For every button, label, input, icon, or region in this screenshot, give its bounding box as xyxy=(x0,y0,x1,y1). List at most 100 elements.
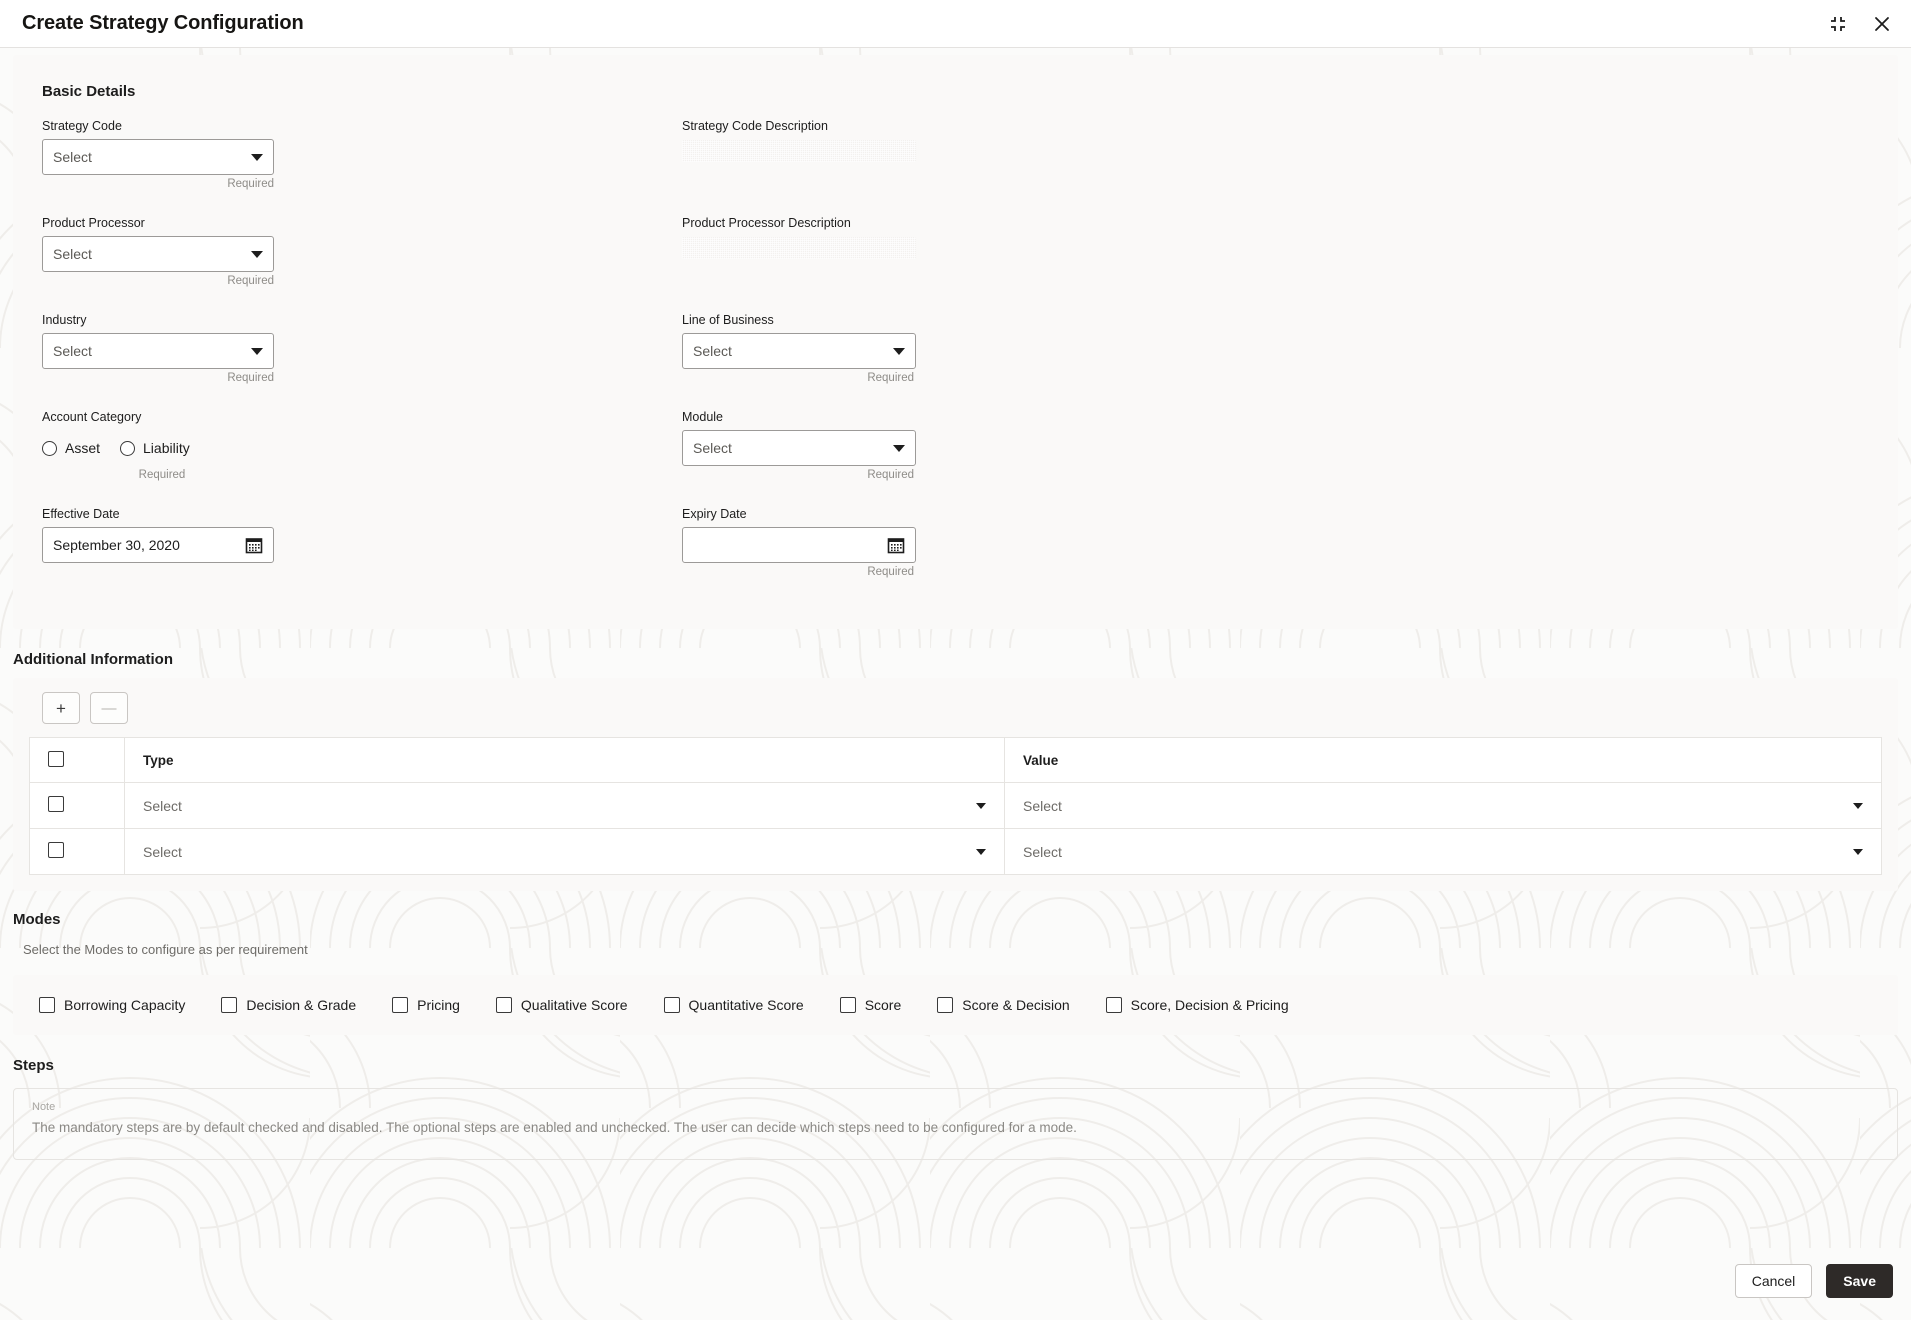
select-all-cell xyxy=(29,737,125,783)
row-type-select[interactable]: Select xyxy=(143,798,1004,814)
field-expiry-date: Expiry Date Required xyxy=(682,506,1322,582)
calendar-icon[interactable] xyxy=(245,536,263,554)
line-of-business-select[interactable]: Select xyxy=(682,333,916,369)
basic-details-form: Strategy Code Select Required Strategy C… xyxy=(13,118,1898,603)
chevron-down-icon xyxy=(251,347,263,355)
radio-liability[interactable]: Liability xyxy=(120,440,190,456)
checkbox-icon[interactable] xyxy=(495,997,512,1013)
field-product-processor: Product Processor Select Required xyxy=(42,215,682,291)
mode-label: Score xyxy=(864,997,902,1013)
account-category-label: Account Category xyxy=(42,410,142,424)
modes-heading: Modes xyxy=(13,911,61,928)
row-type-value: Select xyxy=(143,797,182,814)
checkbox-icon[interactable] xyxy=(1105,997,1122,1013)
row-value-select[interactable]: Select xyxy=(1023,844,1881,860)
row-value-cell: Select xyxy=(1004,782,1882,829)
column-header-type: Type xyxy=(124,737,1005,783)
mode-score-decision-and-pricing[interactable]: Score, Decision & Pricing xyxy=(1105,997,1289,1013)
field-product-processor-description: Product Processor Description xyxy=(682,215,1322,291)
chevron-down-icon xyxy=(251,250,263,258)
basic-details-heading: Basic Details xyxy=(42,83,136,100)
mode-decision-and-grade[interactable]: Decision & Grade xyxy=(221,997,356,1013)
product-processor-value: Select xyxy=(53,246,92,262)
product-processor-helper: Required xyxy=(227,275,274,287)
chevron-down-icon xyxy=(976,802,986,809)
checkbox-icon[interactable] xyxy=(221,997,238,1013)
radio-asset-label: Asset xyxy=(65,440,101,456)
modes-checkbox-group: Borrowing Capacity Decision & Grade Pric… xyxy=(39,997,1898,1013)
modes-panel: Borrowing Capacity Decision & Grade Pric… xyxy=(13,975,1898,1035)
steps-note-box: Note The mandatory steps are by default … xyxy=(13,1088,1898,1160)
strategy-code-label: Strategy Code xyxy=(42,119,122,133)
window-titlebar: Create Strategy Configuration xyxy=(0,0,1911,48)
close-icon[interactable] xyxy=(1867,9,1897,39)
row-type-cell: Select xyxy=(124,828,1005,875)
field-line-of-business: Line of Business Select Required xyxy=(682,312,1322,388)
mode-label: Score, Decision & Pricing xyxy=(1130,997,1289,1013)
titlebar-actions xyxy=(1823,9,1897,39)
mode-label: Borrowing Capacity xyxy=(64,997,186,1013)
chevron-down-icon xyxy=(251,153,263,161)
chevron-down-icon xyxy=(1853,802,1863,809)
row-type-select[interactable]: Select xyxy=(143,844,1004,860)
strategy-code-description-label: Strategy Code Description xyxy=(682,119,828,133)
additional-information-toolbar: + — xyxy=(13,678,1898,737)
mode-label: Qualitative Score xyxy=(520,997,628,1013)
field-effective-date: Effective Date September 30, 2020 xyxy=(42,506,682,582)
mode-pricing[interactable]: Pricing xyxy=(392,997,460,1013)
industry-value: Select xyxy=(53,343,92,359)
expiry-date-input[interactable] xyxy=(682,527,916,563)
strategy-code-description-value xyxy=(682,140,916,162)
effective-date-input[interactable]: September 30, 2020 xyxy=(42,527,274,563)
mode-score[interactable]: Score xyxy=(839,997,902,1013)
effective-date-value: September 30, 2020 xyxy=(53,537,180,553)
industry-helper: Required xyxy=(227,372,274,384)
industry-select[interactable]: Select xyxy=(42,333,274,369)
select-all-checkbox[interactable] xyxy=(48,750,64,767)
mode-quantitative-score[interactable]: Quantitative Score xyxy=(663,997,804,1013)
module-select[interactable]: Select xyxy=(682,430,916,466)
row-value-select[interactable]: Select xyxy=(1023,798,1881,814)
table-row: Select Select xyxy=(29,828,1882,875)
module-label: Module xyxy=(682,410,723,424)
product-processor-label: Product Processor xyxy=(42,216,145,230)
note-kicker: Note xyxy=(32,1101,56,1113)
field-strategy-code-description: Strategy Code Description xyxy=(682,118,1322,194)
calendar-icon[interactable] xyxy=(887,536,905,554)
mode-label: Quantitative Score xyxy=(688,997,804,1013)
row-select-cell xyxy=(29,782,125,829)
collapse-corners-icon[interactable] xyxy=(1823,9,1853,39)
industry-label: Industry xyxy=(42,313,87,327)
mode-label: Decision & Grade xyxy=(246,997,357,1013)
product-processor-description-label: Product Processor Description xyxy=(682,216,851,230)
cancel-button[interactable]: Cancel xyxy=(1734,1264,1813,1298)
mode-score-and-decision[interactable]: Score & Decision xyxy=(937,997,1070,1013)
table-row: Select Select xyxy=(29,782,1882,829)
mode-label: Score & Decision xyxy=(962,997,1070,1013)
row-value-cell: Select xyxy=(1004,828,1882,875)
row-checkbox[interactable] xyxy=(48,842,64,858)
checkbox-icon[interactable] xyxy=(839,997,856,1013)
additional-information-panel: + — Type Value Select Select Select Sele… xyxy=(13,678,1898,891)
checkbox-icon[interactable] xyxy=(663,997,680,1013)
row-type-value: Select xyxy=(143,843,182,860)
radio-asset[interactable]: Asset xyxy=(42,440,100,456)
remove-row-button[interactable]: — xyxy=(90,692,128,724)
save-button[interactable]: Save xyxy=(1826,1264,1893,1298)
strategy-code-value: Select xyxy=(53,149,92,165)
strategy-code-select[interactable]: Select xyxy=(42,139,274,175)
checkbox-icon[interactable] xyxy=(39,997,55,1013)
basic-details-panel: Basic Details Strategy Code Select Requi… xyxy=(13,55,1898,629)
mode-qualitative-score[interactable]: Qualitative Score xyxy=(495,997,628,1013)
chevron-down-icon xyxy=(893,347,905,355)
mode-borrowing-capacity[interactable]: Borrowing Capacity xyxy=(39,997,185,1013)
effective-date-label: Effective Date xyxy=(42,507,120,521)
checkbox-icon[interactable] xyxy=(392,997,409,1013)
product-processor-select[interactable]: Select xyxy=(42,236,274,272)
row-value-value: Select xyxy=(1023,843,1062,860)
checkbox-icon[interactable] xyxy=(937,997,954,1013)
row-checkbox[interactable] xyxy=(48,796,64,812)
add-row-button[interactable]: + xyxy=(42,692,80,724)
field-module: Module Select Required xyxy=(682,409,1322,485)
field-account-category: Account Category Asset Liability Require… xyxy=(42,409,682,485)
